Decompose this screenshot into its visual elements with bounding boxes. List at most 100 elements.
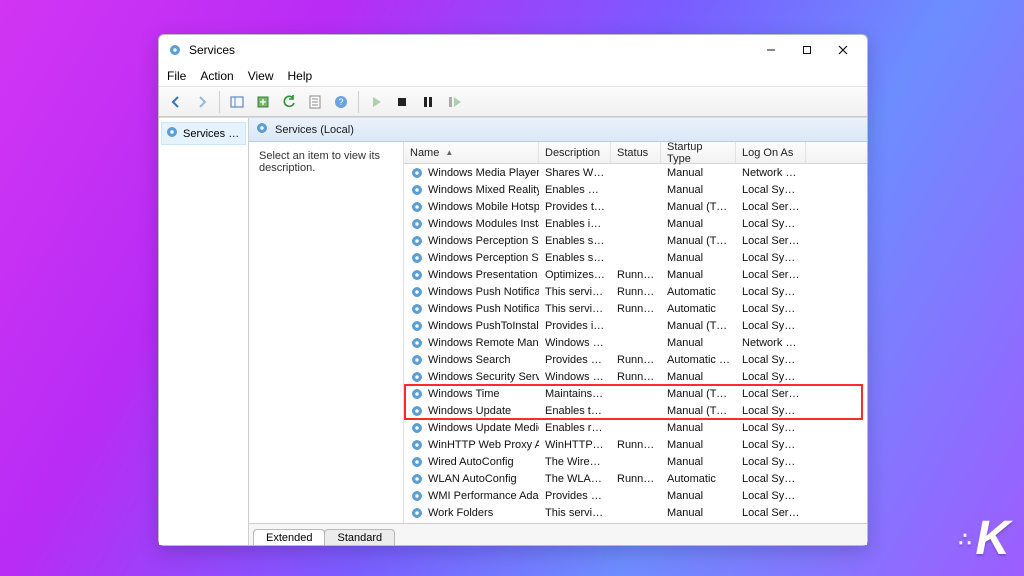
service-icon	[410, 285, 424, 299]
service-description: Enables spa...	[539, 252, 611, 264]
table-row[interactable]: Windows TimeMaintains d...Manual (Trig..…	[404, 385, 867, 402]
service-startup: Manual	[661, 218, 736, 230]
service-description: Enables Mix...	[539, 184, 611, 196]
table-row[interactable]: Wired AutoConfigThe Wired A...ManualLoca…	[404, 453, 867, 470]
table-row[interactable]: Windows Mobile Hotspot S...Provides th..…	[404, 198, 867, 215]
table-row[interactable]: WMI Performance AdapterProvides pe...Man…	[404, 487, 867, 504]
menu-action[interactable]: Action	[200, 69, 233, 83]
app-icon	[167, 42, 183, 58]
service-logon: Network S...	[736, 167, 806, 179]
service-startup: Manual	[661, 507, 736, 519]
menu-help[interactable]: Help	[288, 69, 313, 83]
service-logon: Local Syste...	[736, 405, 806, 417]
minimize-button[interactable]	[753, 36, 789, 64]
service-startup: Manual	[661, 439, 736, 451]
restart-service-button[interactable]	[442, 90, 466, 114]
tree-item-label: Services (Local)	[183, 128, 242, 140]
menu-view[interactable]: View	[248, 69, 274, 83]
service-description: The Wired A...	[539, 456, 611, 468]
back-button[interactable]	[164, 90, 188, 114]
detail-header-label: Services (Local)	[275, 124, 354, 136]
service-startup: Automatic (...	[661, 354, 736, 366]
close-button[interactable]	[825, 36, 861, 64]
service-startup: Automatic	[661, 473, 736, 485]
table-row[interactable]: Windows Update Medic Ser...Enables rem..…	[404, 419, 867, 436]
tab-standard[interactable]: Standard	[324, 529, 395, 545]
col-startup-type[interactable]: Startup Type	[661, 142, 736, 163]
service-startup: Manual	[661, 422, 736, 434]
table-row[interactable]: Windows Modules InstallerEnables inst...…	[404, 215, 867, 232]
service-logon: Local Service	[736, 269, 806, 281]
service-status: Running	[611, 473, 661, 485]
table-row[interactable]: Windows Perception ServiceEnables spa...…	[404, 232, 867, 249]
tree-item-services-local[interactable]: Services (Local)	[161, 122, 246, 145]
service-description: Provides inf...	[539, 320, 611, 332]
service-description: Windows R...	[539, 337, 611, 349]
properties-button[interactable]	[303, 90, 327, 114]
service-status: Running	[611, 269, 661, 281]
table-row[interactable]: Windows Media Player Net...Shares Win...…	[404, 164, 867, 181]
table-row[interactable]: Windows Remote Manage...Windows R... Manu…	[404, 334, 867, 351]
service-description: Windows Se...	[539, 371, 611, 383]
service-startup: Manual	[661, 337, 736, 349]
service-icon	[410, 472, 424, 486]
service-startup: Manual	[661, 269, 736, 281]
col-name[interactable]: Name▲	[404, 142, 539, 163]
service-startup: Manual (Trig...	[661, 405, 736, 417]
table-row[interactable]: WinHTTP Web Proxy Auto-...WinHTTP i...Ru…	[404, 436, 867, 453]
col-logon-as[interactable]: Log On As	[736, 142, 806, 163]
service-startup: Manual	[661, 456, 736, 468]
table-row[interactable]: Windows Push Notification...This service…	[404, 300, 867, 317]
service-logon: Local Syste...	[736, 371, 806, 383]
table-row[interactable]: WorkstationCreates and...RunningAutomati…	[404, 521, 867, 523]
col-status[interactable]: Status	[611, 142, 661, 163]
service-name: Windows Presentation Fou...	[428, 269, 539, 281]
start-service-button[interactable]	[364, 90, 388, 114]
service-logon: Local Service	[736, 201, 806, 213]
table-row[interactable]: Windows Perception Simul...Enables spa..…	[404, 249, 867, 266]
pause-service-button[interactable]	[416, 90, 440, 114]
service-logon: Local Syste...	[736, 303, 806, 315]
table-row[interactable]: Windows Push Notification...This service…	[404, 283, 867, 300]
service-icon	[410, 421, 424, 435]
service-name: Windows Push Notification...	[428, 286, 539, 298]
show-hide-tree-button[interactable]	[225, 90, 249, 114]
stop-service-button[interactable]	[390, 90, 414, 114]
service-icon	[410, 353, 424, 367]
table-row[interactable]: Work FoldersThis service ...ManualLocal …	[404, 504, 867, 521]
service-name: Windows Modules Installer	[428, 218, 539, 230]
service-status: Running	[611, 371, 661, 383]
export-button[interactable]	[251, 90, 275, 114]
table-row[interactable]: Windows Presentation Fou...Optimizes p..…	[404, 266, 867, 283]
table-row[interactable]: Windows UpdateEnables the ...Manual (Tri…	[404, 402, 867, 419]
service-description: Enables spa...	[539, 235, 611, 247]
service-icon	[410, 200, 424, 214]
table-row[interactable]: Windows PushToInstall Serv...Provides in…	[404, 317, 867, 334]
forward-button[interactable]	[190, 90, 214, 114]
service-name: Windows Time	[428, 388, 500, 400]
gear-icon	[255, 121, 269, 138]
description-pane: Select an item to view its description.	[249, 142, 404, 523]
service-startup: Automatic	[661, 303, 736, 315]
service-description: Shares Win...	[539, 167, 611, 179]
table-row[interactable]: Windows Mixed Reality Op...Enables Mix..…	[404, 181, 867, 198]
service-logon: Local Syste...	[736, 320, 806, 332]
titlebar[interactable]: Services	[159, 35, 867, 65]
service-logon: Local Syste...	[736, 354, 806, 366]
service-logon: Local Syste...	[736, 218, 806, 230]
col-description[interactable]: Description	[539, 142, 611, 163]
service-name: Windows Remote Manage...	[428, 337, 539, 349]
table-row[interactable]: Windows SearchProvides co...RunningAutom…	[404, 351, 867, 368]
table-row[interactable]: WLAN AutoConfigThe WLANS...RunningAutoma…	[404, 470, 867, 487]
service-name: Work Folders	[428, 507, 493, 519]
refresh-button[interactable]	[277, 90, 301, 114]
table-row[interactable]: Windows Security ServiceWindows Se...Run…	[404, 368, 867, 385]
menu-file[interactable]: File	[167, 69, 186, 83]
service-logon: Local Service	[736, 388, 806, 400]
maximize-button[interactable]	[789, 36, 825, 64]
tab-extended[interactable]: Extended	[253, 529, 325, 545]
service-name: WLAN AutoConfig	[428, 473, 517, 485]
help-button[interactable]: ?	[329, 90, 353, 114]
service-description: This service ...	[539, 303, 611, 315]
service-logon: Local Service	[736, 235, 806, 247]
